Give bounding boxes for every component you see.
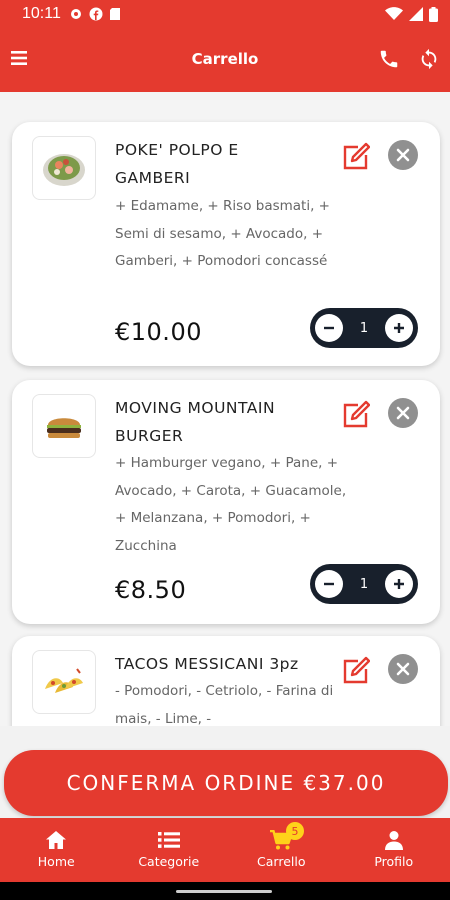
bottom-nav: Home Categorie 5 Carrello Profilo <box>0 818 450 882</box>
product-price: €10.00 <box>115 318 202 346</box>
edit-icon[interactable] <box>340 400 370 430</box>
plus-icon <box>394 323 404 333</box>
minus-icon <box>324 326 334 330</box>
cart-item: TACOS MESSICANI 3pz - Pomodori, - Cetrio… <box>12 636 440 726</box>
close-icon <box>396 662 410 676</box>
tab-home[interactable]: Home <box>0 818 113 882</box>
plus-icon <box>394 579 404 589</box>
close-icon <box>396 148 410 162</box>
quantity-stepper: 1 <box>310 308 418 348</box>
tab-label: Carrello <box>257 854 306 869</box>
tab-label: Home <box>37 854 75 869</box>
remove-item-button[interactable] <box>388 140 418 170</box>
product-image <box>32 650 96 714</box>
facebook-icon <box>89 7 103 21</box>
decrease-button[interactable] <box>315 570 343 598</box>
tab-label: Profilo <box>374 854 414 869</box>
quantity-value: 1 <box>359 576 369 592</box>
settings-icon <box>70 9 81 19</box>
signal-icon <box>409 7 423 21</box>
quantity-value: 1 <box>359 320 369 336</box>
list-icon <box>157 832 180 848</box>
menu-icon[interactable] <box>10 48 30 68</box>
tab-profilo[interactable]: Profilo <box>338 818 450 882</box>
cart-count-badge: 5 <box>286 822 304 840</box>
decrease-button[interactable] <box>315 314 343 342</box>
product-image <box>32 394 96 458</box>
remove-item-button[interactable] <box>388 654 418 684</box>
gesture-bar <box>0 882 450 900</box>
confirm-order-button[interactable]: CONFERMA ORDINE €37.00 <box>4 750 448 816</box>
refresh-icon[interactable] <box>418 48 440 70</box>
product-image <box>32 136 96 200</box>
tab-categorie[interactable]: Categorie <box>113 818 226 882</box>
tab-carrello[interactable]: 5 Carrello <box>225 818 338 882</box>
product-name: MOVING MOUNTAIN BURGER <box>115 399 276 445</box>
edit-icon[interactable] <box>340 142 370 172</box>
wifi-icon <box>385 7 403 20</box>
close-icon <box>396 406 410 420</box>
battery-icon <box>429 6 438 22</box>
sd-card-icon <box>109 8 120 20</box>
product-name: POKE' POLPO E GAMBERI <box>115 141 239 187</box>
cart-item: MOVING MOUNTAIN BURGER + Hamburger vegan… <box>12 380 440 624</box>
status-time: 10:11 <box>22 5 61 22</box>
increase-button[interactable] <box>385 570 413 598</box>
product-options: - Pomodori, - Cetriolo, - Farina di mais… <box>115 683 334 726</box>
product-price: €8.50 <box>115 576 187 604</box>
remove-item-button[interactable] <box>388 398 418 428</box>
cart-list[interactable]: POKE' POLPO E GAMBERI + Edamame, + Riso … <box>0 92 450 726</box>
increase-button[interactable] <box>385 314 413 342</box>
home-indicator[interactable] <box>176 890 272 893</box>
home-icon <box>46 831 67 849</box>
product-name: TACOS MESSICANI 3pz <box>115 655 299 673</box>
app-bar: Carrello <box>0 28 450 92</box>
product-options: + Edamame, + Riso basmati, + Semi di ses… <box>115 198 330 269</box>
status-bar: 10:11 <box>0 0 450 28</box>
cart-item: POKE' POLPO E GAMBERI + Edamame, + Riso … <box>12 122 440 366</box>
tab-label: Categorie <box>138 854 200 869</box>
quantity-stepper: 1 <box>310 564 418 604</box>
phone-icon[interactable] <box>378 48 400 70</box>
minus-icon <box>324 582 334 586</box>
user-icon <box>384 831 403 850</box>
product-options: + Hamburger vegano, + Pane, + Avocado, +… <box>115 455 347 554</box>
